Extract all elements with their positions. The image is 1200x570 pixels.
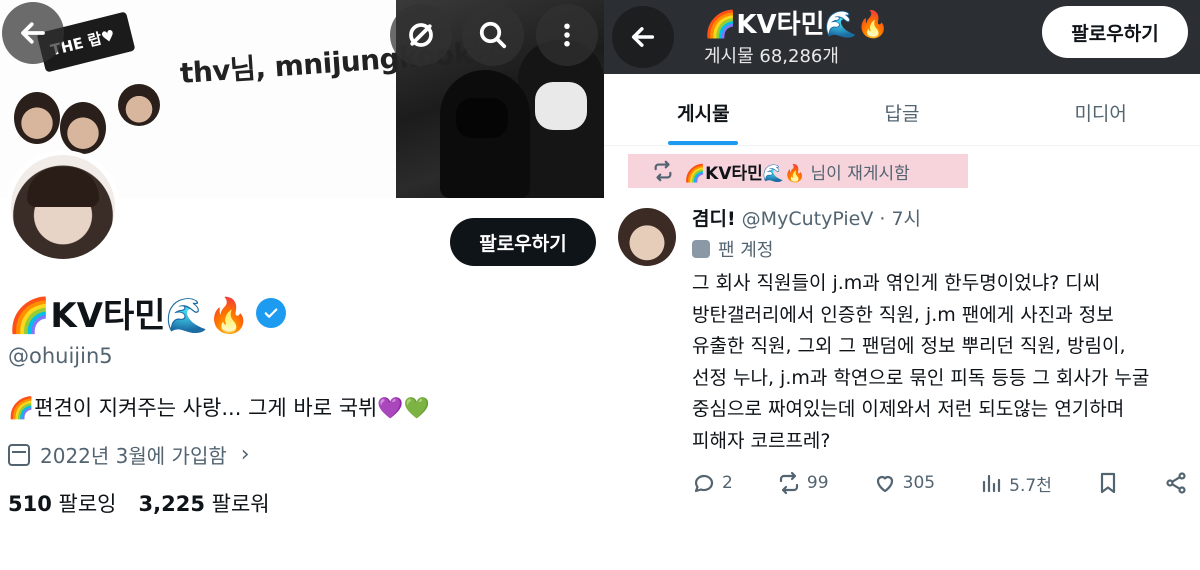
back-button[interactable] xyxy=(2,2,64,64)
followers-link[interactable]: 3,225 팔로워 xyxy=(139,488,270,518)
more-options-button[interactable] xyxy=(536,4,598,66)
reply-icon xyxy=(694,474,714,493)
joined-date-text: 2022년 3월에 가입함 xyxy=(40,444,227,468)
following-count: 510 xyxy=(8,492,52,516)
right-profile-screen: 🌈KV타민🌊🔥 게시물 68,286개 팔로우하기 게시물 답글 미디어 🌈KV… xyxy=(604,0,1200,570)
tweet-line: 중심으로 짜여있는데 이제와서 저런 되도않는 연기하며 xyxy=(692,398,1125,420)
share-button[interactable] xyxy=(1164,471,1188,495)
more-vertical-icon xyxy=(564,23,570,47)
like-button[interactable]: 305 xyxy=(873,471,935,495)
back-button[interactable] xyxy=(612,6,674,68)
search-button[interactable] xyxy=(462,4,524,66)
calendar-icon xyxy=(8,443,30,466)
view-count: 5.7천 xyxy=(1009,475,1052,496)
tweet-handle-time: @MyCutyPieV · 7시 xyxy=(735,208,922,230)
header-posts-count: 게시물 68,286개 xyxy=(704,46,839,67)
repost-indicator[interactable]: 🌈KV타민🌊🔥 님이 재게시함 xyxy=(628,154,968,188)
tweet-text: 그 회사 직원들이 j.m과 엮인게 한두명이었냐? 디씨 방탄갤러리에서 인증… xyxy=(692,268,1192,457)
tweet-author-avatar[interactable] xyxy=(618,208,676,266)
tab-media[interactable]: 미디어 xyxy=(1001,80,1200,145)
tweet-line: 유출한 직원, 그외 그 팬덤에 정보 뿌리던 직원, 방림이, xyxy=(692,335,1126,357)
back-arrow-icon xyxy=(631,27,655,47)
theater-mask-icon xyxy=(692,240,710,258)
bookmark-button[interactable] xyxy=(1096,471,1120,495)
share-icon xyxy=(1166,472,1186,494)
tweet-line: 선정 누나, j.m과 학연으로 묶인 피독 등등 그 회사가 누굴 xyxy=(692,366,1150,389)
views-button[interactable]: 5.7천 xyxy=(979,471,1052,496)
profile-tabs: 게시물 답글 미디어 xyxy=(604,80,1200,146)
fan-account-text: 팬 계정 xyxy=(718,240,774,261)
followers-label: 팔로워 xyxy=(211,492,270,516)
repost-user-name: 🌈KV타민🌊🔥 xyxy=(684,163,806,184)
verified-badge-icon[interactable] xyxy=(256,297,287,328)
chevron-right-icon: › xyxy=(240,442,250,467)
left-profile-screen: THE 랍♥ thv님, mnijungkook님 팔로우하기 🌈KV타민🌊🔥 … xyxy=(0,0,604,570)
checkmark-icon xyxy=(264,308,278,318)
tab-posts[interactable]: 게시물 xyxy=(604,80,803,145)
reply-count: 2 xyxy=(722,473,733,493)
follow-button[interactable]: 팔로우하기 xyxy=(450,218,596,266)
header-display-name: 🌈KV타민🌊🔥 xyxy=(704,10,890,40)
tweet-line: 그 회사 직원들이 j.m과 엮인게 한두명이었냐? 디씨 xyxy=(692,272,1101,294)
banner-mask-white xyxy=(535,82,587,130)
repost-button[interactable]: 99 xyxy=(777,471,829,495)
visibility-toggle-button[interactable] xyxy=(390,4,452,66)
profile-bio: 🌈편견이 지켜주는 사랑... 그게 바로 국뷔💜💚 xyxy=(8,396,430,420)
profile-display-name: 🌈KV타민🌊🔥 xyxy=(8,288,287,337)
display-name-text: 🌈KV타민🌊🔥 xyxy=(8,296,251,336)
bookmark-icon xyxy=(1100,472,1116,494)
following-link[interactable]: 510 팔로잉 xyxy=(8,488,117,518)
visibility-off-icon xyxy=(409,23,433,47)
tweet-header: 겸디! @MyCutyPieV · 7시 xyxy=(692,204,921,231)
profile-avatar[interactable] xyxy=(6,150,120,264)
heart-icon xyxy=(876,475,893,493)
tab-replies[interactable]: 답글 xyxy=(803,80,1002,145)
repost-count: 99 xyxy=(806,473,829,493)
repost-icon xyxy=(779,471,799,495)
tweet-actions: 2 99 305 5.7천 xyxy=(692,466,1188,500)
banner-face xyxy=(118,84,160,126)
follow-stats: 510 팔로잉 3,225 팔로워 xyxy=(8,488,270,518)
repost-suffix: 님이 재게시함 xyxy=(805,163,910,184)
repost-icon xyxy=(654,160,672,182)
tweet-line: 피해자 코르프레? xyxy=(692,429,831,452)
back-arrow-icon xyxy=(21,22,45,44)
reply-button[interactable]: 2 xyxy=(692,471,733,495)
tweet-author-name[interactable]: 겸디! xyxy=(692,208,736,230)
fan-account-label: 팬 계정 xyxy=(692,236,773,262)
like-count: 305 xyxy=(902,473,936,493)
avatar-hair xyxy=(27,167,99,207)
search-icon xyxy=(479,21,507,49)
banner-face xyxy=(60,102,106,154)
tweet-line: 방탄갤러리에서 인증한 직원, j.m 팬에게 사진과 정보 xyxy=(692,303,1114,326)
sticky-header: 🌈KV타민🌊🔥 게시물 68,286개 팔로우하기 xyxy=(604,0,1200,74)
follow-button[interactable]: 팔로우하기 xyxy=(1042,6,1188,58)
joined-date-link[interactable]: 2022년 3월에 가입함 › xyxy=(8,440,250,469)
banner-face xyxy=(14,92,60,144)
bar-chart-icon xyxy=(983,474,1001,493)
following-label: 팔로잉 xyxy=(58,492,117,516)
profile-handle: @ohuijin5 xyxy=(8,344,113,368)
followers-count: 3,225 xyxy=(138,492,205,516)
banner-mask-black xyxy=(456,98,508,138)
